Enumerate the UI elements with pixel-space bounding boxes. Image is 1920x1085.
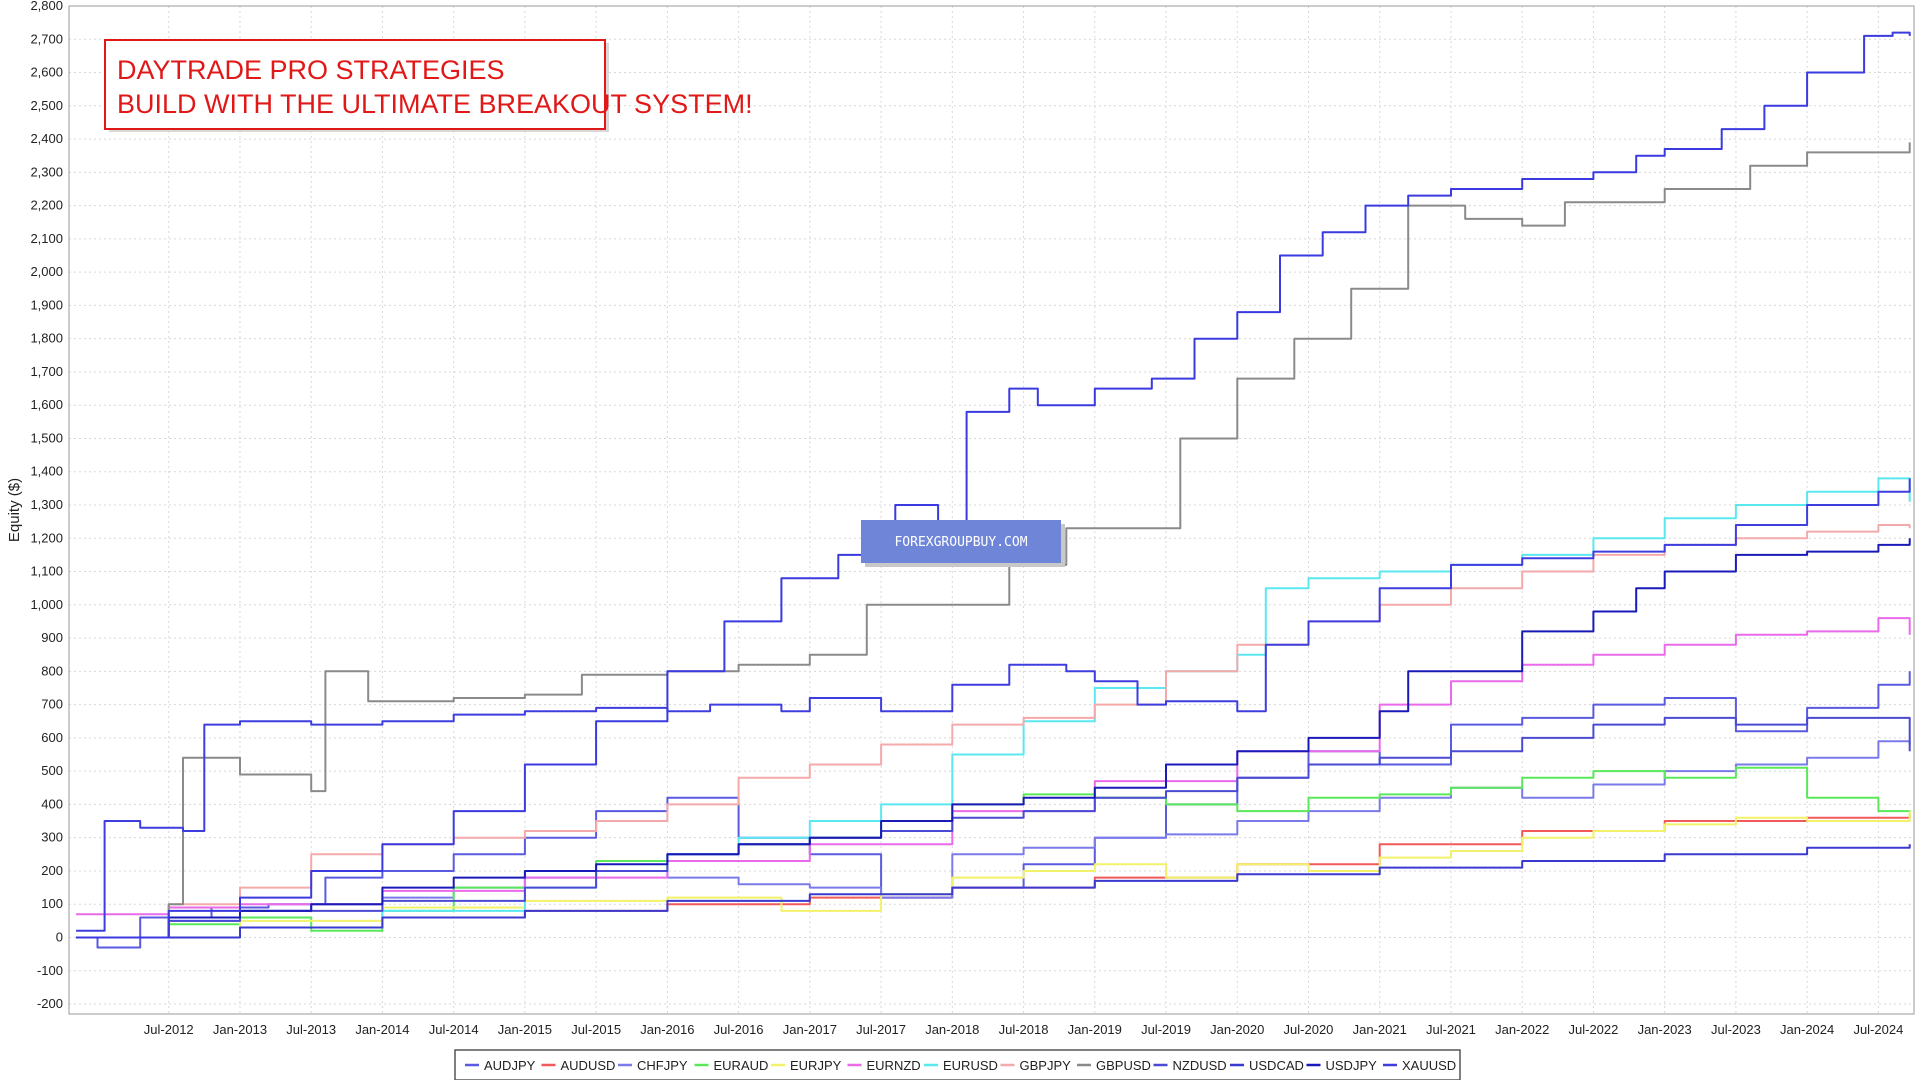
y-tick-label: 2,300: [30, 164, 63, 179]
x-tick-label: Jul-2018: [999, 1022, 1049, 1037]
series-lines: [76, 31, 1911, 949]
x-tick-label: Jul-2013: [286, 1022, 336, 1037]
x-tick-label: Jul-2024: [1853, 1022, 1903, 1037]
x-tick-label: Jan-2013: [213, 1022, 267, 1037]
y-tick-label: 1,500: [30, 430, 63, 445]
x-tick-label: Jan-2014: [355, 1022, 409, 1037]
y-axis-label: Equity ($): [6, 478, 23, 542]
legend-label-gbpusd: GBPUSD: [1096, 1058, 1151, 1073]
y-tick-label: 2,200: [30, 198, 63, 213]
equity-chart-svg: Equity ($) -200 -100 0 100 200 300 400 500 600 70…: [6, 0, 1915, 1081]
y-tick-label: 1,800: [30, 331, 63, 346]
watermark: FOREXGROUPBUY.COM: [861, 520, 1065, 567]
y-tick-label: 1,100: [30, 564, 63, 579]
series-line-euraud: [76, 766, 1911, 939]
legend-label-eurjpy: EURJPY: [790, 1058, 842, 1073]
y-tick-label: 200: [41, 863, 63, 878]
x-tick-label: Jan-2024: [1780, 1022, 1834, 1037]
legend-label-usdcad: USDCAD: [1249, 1058, 1304, 1073]
banner-line-1: DAYTRADE PRO STRATEGIES: [117, 55, 505, 85]
x-tick-label: Jul-2012: [144, 1022, 194, 1037]
x-tick-labels: Jul-2012 Jan-2013 Jul-2013 Jan-2014 Jul-2014…: [144, 1022, 1904, 1037]
legend-label-eurnzd: EURNZD: [867, 1058, 921, 1073]
x-tick-label: Jul-2021: [1426, 1022, 1476, 1037]
x-tick-label: Jan-2017: [783, 1022, 837, 1037]
axes: Equity ($): [6, 5, 1915, 1015]
x-tick-label: Jan-2022: [1495, 1022, 1549, 1037]
series-line-usdcad: [76, 844, 1911, 939]
y-tick-labels: -200 -100 0 100 200 300 400 500 600 700 800 900 1,00…: [30, 0, 63, 1011]
y-tick-label: 1,300: [30, 497, 63, 512]
y-tick-label: 700: [41, 697, 63, 712]
y-tick-label: 500: [41, 763, 63, 778]
y-tick-label: 600: [41, 730, 63, 745]
banner-line-2: BUILD WITH THE ULTIMATE BREAKOUT SYSTEM!: [117, 89, 753, 119]
y-tick-label: 1,000: [30, 597, 63, 612]
grid: [69, 5, 1914, 1014]
legend-label-gbpjpy: GBPJPY: [1020, 1058, 1072, 1073]
y-tick-label: 800: [41, 663, 63, 678]
watermark-text: FOREXGROUPBUY.COM: [894, 535, 1027, 550]
legend-label-nzdusd: NZDUSD: [1173, 1058, 1227, 1073]
y-tick-label: 1,700: [30, 364, 63, 379]
x-tick-label: Jan-2015: [498, 1022, 552, 1037]
series-line-gbpjpy: [76, 524, 1911, 939]
y-tick-label: 2,400: [30, 131, 63, 146]
y-tick-label: 1,900: [30, 297, 63, 312]
x-tick-label: Jul-2022: [1569, 1022, 1619, 1037]
y-tick-label: 2,500: [30, 98, 63, 113]
y-tick-label: 400: [41, 796, 63, 811]
y-tick-label: -200: [37, 996, 63, 1011]
x-tick-label: Jul-2023: [1711, 1022, 1761, 1037]
legend-label-xauusd: XAUUSD: [1402, 1058, 1456, 1073]
legend-label-eurusd: EURUSD: [943, 1058, 998, 1073]
y-tick-label: 2,600: [30, 65, 63, 80]
y-tick-label: 2,100: [30, 231, 63, 246]
y-tick-label: 1,600: [30, 397, 63, 412]
legend-label-euraud: EURAUD: [714, 1058, 769, 1073]
x-tick-label: Jul-2017: [856, 1022, 906, 1037]
y-tick-label: -100: [37, 963, 63, 978]
legend: AUDJPY AUDUSD CHFJPY EURAUD EURJPY EURNZD EURU…: [454, 1049, 1461, 1081]
x-tick-label: Jul-2020: [1284, 1022, 1334, 1037]
series-line-audusd: [76, 814, 1911, 939]
y-tick-label: 300: [41, 830, 63, 845]
y-tick-label: 2,800: [30, 0, 63, 13]
x-tick-label: Jan-2018: [925, 1022, 979, 1037]
series-line-audjpy: [76, 671, 1911, 949]
legend-label-chfjpy: CHFJPY: [637, 1058, 688, 1073]
legend-label-usdjpy: USDJPY: [1326, 1058, 1378, 1073]
y-tick-label: 2,700: [30, 31, 63, 46]
y-tick-label: 0: [56, 929, 63, 944]
series-line-eurjpy: [76, 811, 1911, 939]
x-tick-label: Jan-2021: [1353, 1022, 1407, 1037]
strategy-banner: DAYTRADE PRO STRATEGIES BUILD WITH THE U…: [104, 39, 753, 132]
y-tick-label: 2,000: [30, 264, 63, 279]
y-tick-label: 1,200: [30, 530, 63, 545]
x-tick-label: Jan-2019: [1068, 1022, 1122, 1037]
x-tick-label: Jan-2023: [1638, 1022, 1692, 1037]
x-tick-label: Jan-2016: [640, 1022, 694, 1037]
plot-frame: [68, 5, 1915, 1015]
legend-label-audjpy: AUDJPY: [484, 1058, 536, 1073]
y-tick-label: 1,400: [30, 464, 63, 479]
series-line-audjpy-2: [76, 31, 1911, 939]
y-tick-label: 100: [41, 896, 63, 911]
legend-label-audusd: AUDUSD: [561, 1058, 616, 1073]
equity-chart: Equity ($) -200 -100 0 100 200 300 400 500 600 70…: [0, 0, 1920, 1081]
series-line-eurnzd: [76, 617, 1911, 916]
x-tick-label: Jul-2015: [571, 1022, 621, 1037]
x-tick-label: Jul-2014: [429, 1022, 479, 1037]
x-tick-label: Jul-2016: [714, 1022, 764, 1037]
x-tick-label: Jan-2020: [1210, 1022, 1264, 1037]
x-tick-label: Jul-2019: [1141, 1022, 1191, 1037]
y-tick-label: 900: [41, 630, 63, 645]
